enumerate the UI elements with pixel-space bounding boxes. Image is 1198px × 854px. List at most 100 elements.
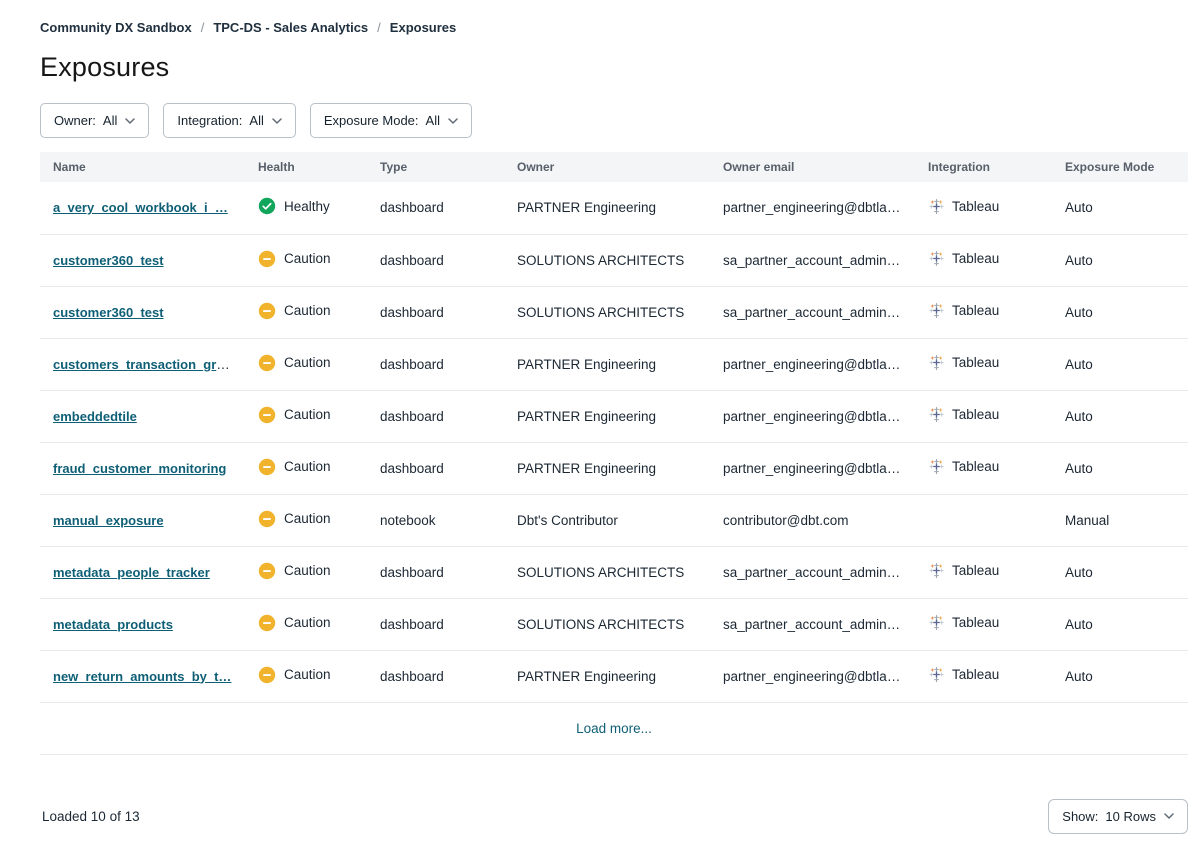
tableau-icon xyxy=(928,614,945,631)
integration-badge: Tableau xyxy=(928,614,999,631)
type-value: dashboard xyxy=(367,286,504,338)
health-label: Caution xyxy=(284,303,331,318)
owner-email-value: partner_engineering@dbtla… xyxy=(710,390,915,442)
integration-label: Tableau xyxy=(952,199,999,214)
caution-icon xyxy=(258,458,276,476)
health-label: Caution xyxy=(284,615,331,630)
exposure-name-link[interactable]: customer360_test xyxy=(53,305,164,320)
owner-value: PARTNER Engineering xyxy=(504,650,710,702)
owner-value: PARTNER Engineering xyxy=(504,442,710,494)
show-label: Show: xyxy=(1062,809,1098,824)
exposure-mode-filter[interactable]: Exposure Mode: All xyxy=(310,103,472,138)
health-status: Caution xyxy=(258,510,331,528)
integration-label: Tableau xyxy=(952,459,999,474)
type-value: dashboard xyxy=(367,182,504,234)
breadcrumb-separator: / xyxy=(377,20,381,35)
integration-badge: Tableau xyxy=(928,406,999,423)
type-value: notebook xyxy=(367,494,504,546)
exposure-name-link[interactable]: customers_transaction_gro… xyxy=(53,357,237,372)
type-value: dashboard xyxy=(367,546,504,598)
owner-value: SOLUTIONS ARCHITECTS xyxy=(504,234,710,286)
healthy-icon xyxy=(258,197,276,215)
integration-badge: Tableau xyxy=(928,302,999,319)
exposure-mode-value: Manual xyxy=(1052,494,1188,546)
tableau-icon xyxy=(928,302,945,319)
caution-icon xyxy=(258,250,276,268)
caution-icon xyxy=(258,614,276,632)
owner-value: SOLUTIONS ARCHITECTS xyxy=(504,598,710,650)
table-row: new_return_amounts_by_t… Caution dashboa… xyxy=(40,650,1188,702)
exposure-mode-value: Auto xyxy=(1052,286,1188,338)
health-label: Caution xyxy=(284,251,331,266)
table-row: a_very_cool_workbook_i_… Healthy dashboa… xyxy=(40,182,1188,234)
integration-badge: Tableau xyxy=(928,198,999,215)
health-status: Caution xyxy=(258,406,331,424)
chevron-down-icon xyxy=(272,118,282,124)
exposure-name-link[interactable]: metadata_products xyxy=(53,617,173,632)
integration-label: Tableau xyxy=(952,251,999,266)
owner-email-value: partner_engineering@dbtla… xyxy=(710,182,915,234)
table-row: fraud_customer_monitoring Caution dashbo… xyxy=(40,442,1188,494)
table-row: customer360_test Caution dashboard SOLUT… xyxy=(40,286,1188,338)
show-value: 10 Rows xyxy=(1105,809,1156,824)
caution-icon xyxy=(258,510,276,528)
exposure-mode-value: Auto xyxy=(1052,182,1188,234)
health-label: Healthy xyxy=(284,199,330,214)
column-header-integration: Integration xyxy=(915,152,1052,182)
owner-filter-label: Owner: xyxy=(54,113,96,128)
table-row: customers_transaction_gro… Caution dashb… xyxy=(40,338,1188,390)
health-status: Caution xyxy=(258,562,331,580)
tableau-icon xyxy=(928,354,945,371)
exposure-mode-value: Auto xyxy=(1052,650,1188,702)
owner-email-value: sa_partner_account_admin… xyxy=(710,598,915,650)
exposure-mode-value: Auto xyxy=(1052,390,1188,442)
exposure-name-link[interactable]: manual_exposure xyxy=(53,513,164,528)
owner-email-value: contributor@dbt.com xyxy=(710,494,915,546)
table-footer: Loaded 10 of 13 Show: 10 Rows xyxy=(40,799,1188,834)
breadcrumb-item[interactable]: Community DX Sandbox xyxy=(40,20,192,35)
integration-badge: Tableau xyxy=(928,458,999,475)
table-row: manual_exposure Caution notebook Dbt's C… xyxy=(40,494,1188,546)
tableau-icon xyxy=(928,250,945,267)
integration-filter-value: All xyxy=(249,113,263,128)
exposure-name-link[interactable]: a_very_cool_workbook_i_… xyxy=(53,200,228,215)
exposure-name-link[interactable]: metadata_people_tracker xyxy=(53,565,210,580)
owner-value: PARTNER Engineering xyxy=(504,390,710,442)
table-header-row: Name Health Type Owner Owner email Integ… xyxy=(40,152,1188,182)
integration-filter[interactable]: Integration: All xyxy=(163,103,296,138)
caution-icon xyxy=(258,562,276,580)
health-label: Caution xyxy=(284,459,331,474)
breadcrumb-item[interactable]: TPC-DS - Sales Analytics xyxy=(213,20,368,35)
exposure-name-link[interactable]: embeddedtile xyxy=(53,409,137,424)
owner-email-value: sa_partner_account_admin… xyxy=(710,234,915,286)
column-header-type: Type xyxy=(367,152,504,182)
exposure-name-link[interactable]: customer360_test xyxy=(53,253,164,268)
integration-badge: Tableau xyxy=(928,250,999,267)
exposure-mode-value: Auto xyxy=(1052,598,1188,650)
type-value: dashboard xyxy=(367,338,504,390)
health-status: Caution xyxy=(258,458,331,476)
owner-email-value: partner_engineering@dbtla… xyxy=(710,650,915,702)
exposure-name-link[interactable]: new_return_amounts_by_t… xyxy=(53,669,231,684)
tableau-icon xyxy=(928,562,945,579)
exposure-mode-value: Auto xyxy=(1052,546,1188,598)
column-header-health: Health xyxy=(245,152,367,182)
owner-email-value: partner_engineering@dbtla… xyxy=(710,338,915,390)
page-title: Exposures xyxy=(40,52,1188,83)
integration-label: Tableau xyxy=(952,303,999,318)
load-more-link[interactable]: Load more... xyxy=(576,721,652,736)
health-status: Caution xyxy=(258,666,331,684)
chevron-down-icon xyxy=(125,118,135,124)
health-label: Caution xyxy=(284,511,331,526)
health-label: Caution xyxy=(284,407,331,422)
owner-value: SOLUTIONS ARCHITECTS xyxy=(504,546,710,598)
exposure-name-link[interactable]: fraud_customer_monitoring xyxy=(53,461,226,476)
owner-filter[interactable]: Owner: All xyxy=(40,103,149,138)
column-header-owner: Owner xyxy=(504,152,710,182)
table-row: metadata_products Caution dashboard SOLU… xyxy=(40,598,1188,650)
owner-value: PARTNER Engineering xyxy=(504,182,710,234)
tableau-icon xyxy=(928,198,945,215)
integration-filter-label: Integration: xyxy=(177,113,242,128)
rows-per-page-select[interactable]: Show: 10 Rows xyxy=(1048,799,1188,834)
column-header-exposure-mode: Exposure Mode xyxy=(1052,152,1188,182)
